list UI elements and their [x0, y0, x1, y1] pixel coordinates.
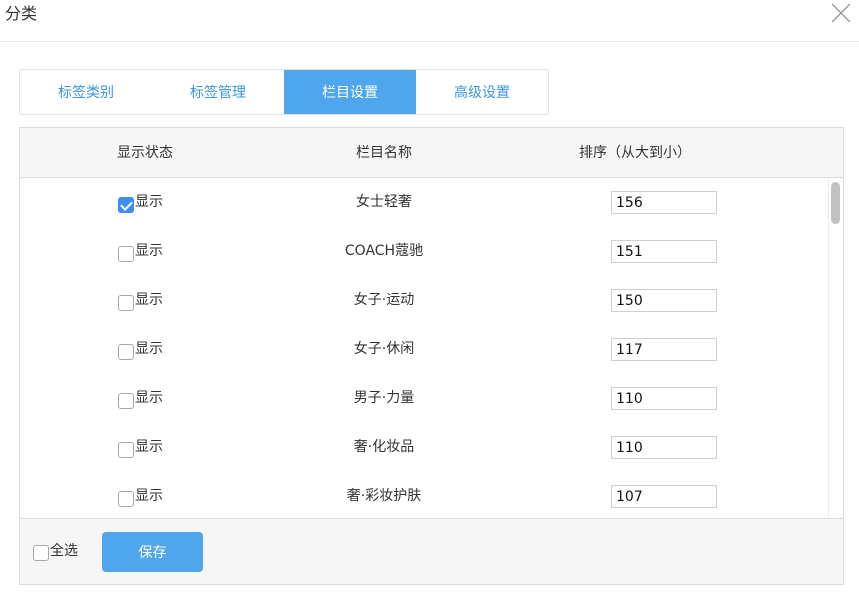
column-name: 女士轻奢	[356, 194, 412, 210]
show-label: 显示	[135, 439, 163, 455]
table-row: 显示 男子·力量	[20, 374, 828, 423]
show-label: 显示	[135, 194, 163, 210]
header-name: 栏目名称	[356, 145, 412, 161]
show-checkbox[interactable]: 显示	[118, 192, 163, 213]
show-checkbox[interactable]: 显示	[118, 290, 163, 311]
header-status: 显示状态	[117, 145, 173, 161]
show-label: 显示	[135, 243, 163, 259]
checkbox-unchecked[interactable]	[118, 442, 134, 458]
checkbox-unchecked[interactable]	[118, 295, 134, 311]
show-label: 显示	[135, 488, 163, 504]
select-all-label: 全选	[50, 543, 78, 559]
column-name: 奢·化妆品	[353, 439, 415, 455]
table-row: 显示 奢·化妆品	[20, 423, 828, 472]
tab-bar: 标签类别 标签管理 栏目设置 高级设置	[19, 69, 549, 115]
column-name: 男子·力量	[353, 390, 415, 406]
table-row: 显示 女子·休闲	[20, 325, 828, 374]
sort-input[interactable]	[611, 485, 717, 508]
column-name: 女子·运动	[353, 292, 415, 308]
header-sort: 排序（从大到小）	[579, 145, 691, 161]
checkbox-unchecked[interactable]	[118, 393, 134, 409]
show-label: 显示	[135, 292, 163, 308]
tab-tag-management[interactable]: 标签管理	[152, 70, 284, 114]
vertical-scrollbar[interactable]	[828, 178, 843, 518]
close-icon[interactable]	[830, 2, 852, 24]
show-checkbox[interactable]: 显示	[118, 486, 163, 507]
dialog-title: 分类	[5, 4, 38, 23]
tab-column-settings[interactable]: 栏目设置	[284, 70, 416, 114]
checkbox-checked[interactable]	[118, 197, 134, 213]
checkbox-unchecked[interactable]	[118, 246, 134, 262]
table-header: 显示状态 栏目名称 排序（从大到小）	[20, 128, 843, 178]
table-body[interactable]: 显示 女士轻奢 显示 COACH蔻驰 显示 女子·运动 显示	[20, 178, 828, 518]
table-row: 显示 COACH蔻驰	[20, 227, 828, 276]
sort-input[interactable]	[611, 240, 717, 263]
save-button[interactable]: 保存	[102, 532, 203, 572]
table-row: 显示 女子·运动	[20, 276, 828, 325]
tab-advanced-settings[interactable]: 高级设置	[416, 70, 548, 114]
checkbox-unchecked[interactable]	[118, 491, 134, 507]
sort-input[interactable]	[611, 436, 717, 459]
show-checkbox[interactable]: 显示	[118, 339, 163, 360]
show-label: 显示	[135, 341, 163, 357]
scrollbar-thumb[interactable]	[831, 182, 840, 224]
sort-input[interactable]	[611, 289, 717, 312]
show-label: 显示	[135, 390, 163, 406]
checkbox-unchecked[interactable]	[118, 344, 134, 360]
column-name: 女子·休闲	[353, 341, 415, 357]
table-footer: 全选 保存	[20, 518, 843, 584]
table-row: 显示 奢·彩妆护肤	[20, 472, 828, 518]
table-row: 显示 女士轻奢	[20, 178, 828, 227]
dialog-header: 分类	[0, 0, 859, 42]
tab-tag-category[interactable]: 标签类别	[20, 70, 152, 114]
sort-input[interactable]	[611, 191, 717, 214]
show-checkbox[interactable]: 显示	[118, 241, 163, 262]
show-checkbox[interactable]: 显示	[118, 437, 163, 458]
select-all-checkbox[interactable]: 全选	[33, 541, 78, 561]
checkbox-unchecked[interactable]	[33, 545, 49, 561]
column-name: 奢·彩妆护肤	[346, 488, 422, 504]
sort-input[interactable]	[611, 338, 717, 361]
sort-input[interactable]	[611, 387, 717, 410]
column-settings-panel: 显示状态 栏目名称 排序（从大到小） 显示 女士轻奢 显示 COACH蔻驰 显示	[19, 127, 844, 585]
show-checkbox[interactable]: 显示	[118, 388, 163, 409]
column-name: COACH蔻驰	[344, 243, 424, 259]
